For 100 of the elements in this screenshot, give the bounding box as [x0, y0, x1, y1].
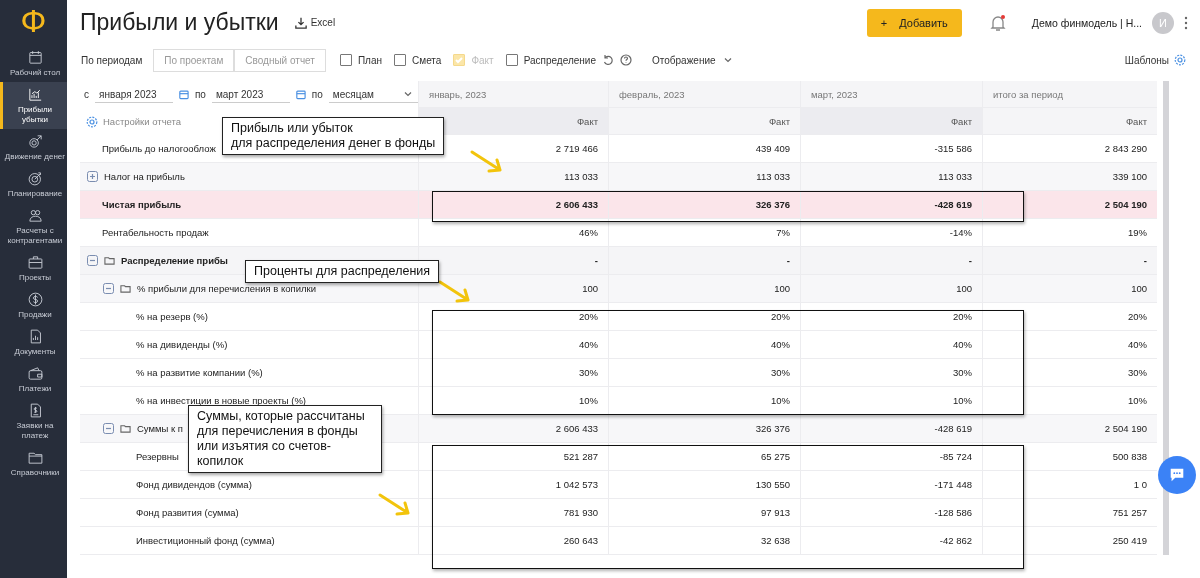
table-cell: 2 504 190	[982, 191, 1157, 219]
chart-icon	[26, 86, 44, 103]
row-label: Суммы к п	[137, 423, 183, 434]
table-cell: 250 419	[982, 527, 1157, 555]
collapse-toggle[interactable]	[103, 283, 114, 294]
table-cell: 100	[418, 275, 608, 303]
display-dropdown[interactable]: Отображение	[646, 53, 740, 67]
collapse-toggle[interactable]	[87, 255, 98, 266]
table-cell: 781 930	[418, 499, 608, 527]
table-cell: 113 033	[608, 163, 800, 191]
table-cell: 20%	[982, 303, 1157, 331]
column-subheader: Факт	[418, 108, 608, 135]
table-cell: 326 376	[608, 415, 800, 443]
table-cell: 326 376	[608, 191, 800, 219]
table-cell: 97 913	[608, 499, 800, 527]
row-label: Распределение прибы	[121, 255, 228, 266]
table-cell: -128 586	[800, 499, 982, 527]
table-cell: 339 100	[982, 163, 1157, 191]
expand-toggle[interactable]	[87, 171, 98, 182]
templates-button[interactable]: Шаблоны	[1118, 53, 1192, 67]
table-cell: -42 862	[800, 527, 982, 555]
callout-note: Суммы, которые рассчитаны для перечисления в фонды или изъятия со счетов-копилок	[188, 405, 382, 473]
sidebar-item[interactable]: Заявки на платеж	[0, 398, 67, 445]
table-cell: 2 606 433	[418, 191, 608, 219]
sidebar-item[interactable]: Движение денег	[0, 129, 67, 166]
table-cell: 100	[608, 275, 800, 303]
checkbox-label: Смета	[412, 54, 442, 66]
table-cell: 2 606 433	[418, 415, 608, 443]
row-label: Фонд развития (сумма)	[136, 507, 239, 518]
collapse-toggle[interactable]	[103, 423, 114, 434]
table-cell: -428 619	[800, 191, 982, 219]
logo: Ф	[19, 3, 48, 41]
sidebar-item[interactable]: Проекты	[0, 250, 67, 287]
table-cell: 130 550	[608, 471, 800, 499]
sidebar-item[interactable]: Платежи	[0, 361, 67, 398]
from-label: с	[84, 89, 89, 100]
table-cell: 20%	[418, 303, 608, 331]
column-subheader: Факт	[800, 108, 982, 135]
end-date-field[interactable]: март 2023	[211, 86, 290, 103]
sidebar-item[interactable]: Планирование	[0, 166, 67, 203]
start-date-field[interactable]: января 2023	[95, 86, 173, 103]
row-label: Инвестиционный фонд (сумма)	[136, 535, 275, 546]
table-cell: 100	[982, 275, 1157, 303]
table-cell: -85 724	[800, 443, 982, 471]
sidebar-item[interactable]: Справочники	[0, 445, 67, 482]
calendar-icon[interactable]	[295, 89, 306, 100]
folder-icon	[120, 283, 131, 294]
gear-icon	[1174, 54, 1186, 66]
checkbox-label: План	[357, 54, 383, 66]
column-header: январь, 2023	[418, 81, 608, 108]
report-settings-link[interactable]: Настройки отчета	[84, 113, 184, 130]
row-label: Прибыль до налогооблож	[102, 143, 216, 154]
row-label: Налог на прибыль	[104, 171, 185, 182]
checkbox[interactable]	[505, 54, 518, 66]
sidebar-item[interactable]: Документы	[0, 324, 67, 361]
table-cell: 113 033	[800, 163, 982, 191]
dollar-icon	[26, 291, 44, 308]
table-cell: 521 287	[418, 443, 608, 471]
add-button[interactable]: + Добавить	[866, 8, 962, 37]
checkbox-label: Факт	[471, 54, 494, 66]
wallet-icon	[26, 365, 44, 382]
checkbox[interactable]	[339, 54, 352, 66]
folder-icon	[104, 255, 115, 266]
folder-icon	[120, 423, 131, 434]
help-icon[interactable]	[620, 54, 632, 66]
table-cell: 20%	[800, 303, 982, 331]
chat-button[interactable]	[1158, 456, 1196, 494]
more-icon[interactable]	[1184, 15, 1188, 30]
row-label: % прибыли для перечисления в копилки	[137, 283, 316, 294]
callout-note: Прибыль или убыток для распределения денег в фонды	[222, 117, 445, 155]
column-header: март, 2023	[800, 81, 982, 108]
excel-export-button[interactable]: Excel	[288, 15, 342, 30]
arrow-drawing	[378, 493, 412, 517]
checkbox-label: Распределение	[523, 54, 596, 66]
table-cell: -	[608, 247, 800, 275]
row-label: Резервны	[136, 451, 179, 462]
table-cell: -	[800, 247, 982, 275]
table-cell: 30%	[608, 359, 800, 387]
sidebar-item[interactable]: Расчеты с контрагентами	[0, 203, 67, 250]
sidebar-item[interactable]: Прибыли убытки	[0, 82, 67, 129]
column-subheader: Факт	[608, 108, 800, 135]
reset-icon[interactable]	[602, 54, 614, 66]
gear-icon	[86, 115, 98, 128]
calendar-icon[interactable]	[179, 89, 189, 100]
table-cell: 40%	[418, 331, 608, 359]
to-label: по	[194, 89, 206, 100]
row-label: % на дивиденды (%)	[136, 339, 228, 350]
table-cell: 20%	[608, 303, 800, 331]
account-name[interactable]: Демо финмодель | Н...	[1031, 16, 1142, 29]
row-label: % на резерв (%)	[136, 311, 208, 322]
arrow-drawing	[438, 280, 472, 304]
callout-note: Проценты для распределения	[245, 260, 440, 283]
table-cell: 30%	[418, 359, 608, 387]
table-cell: 260 643	[418, 527, 608, 555]
table-cell: 40%	[608, 331, 800, 359]
sidebar-item[interactable]: Рабочий стол	[0, 45, 67, 82]
row-label: Фонд дивидендов (сумма)	[136, 479, 252, 490]
sidebar-item[interactable]: Продажи	[0, 287, 67, 324]
calendar-icon	[26, 49, 44, 66]
checkbox[interactable]	[394, 54, 407, 66]
